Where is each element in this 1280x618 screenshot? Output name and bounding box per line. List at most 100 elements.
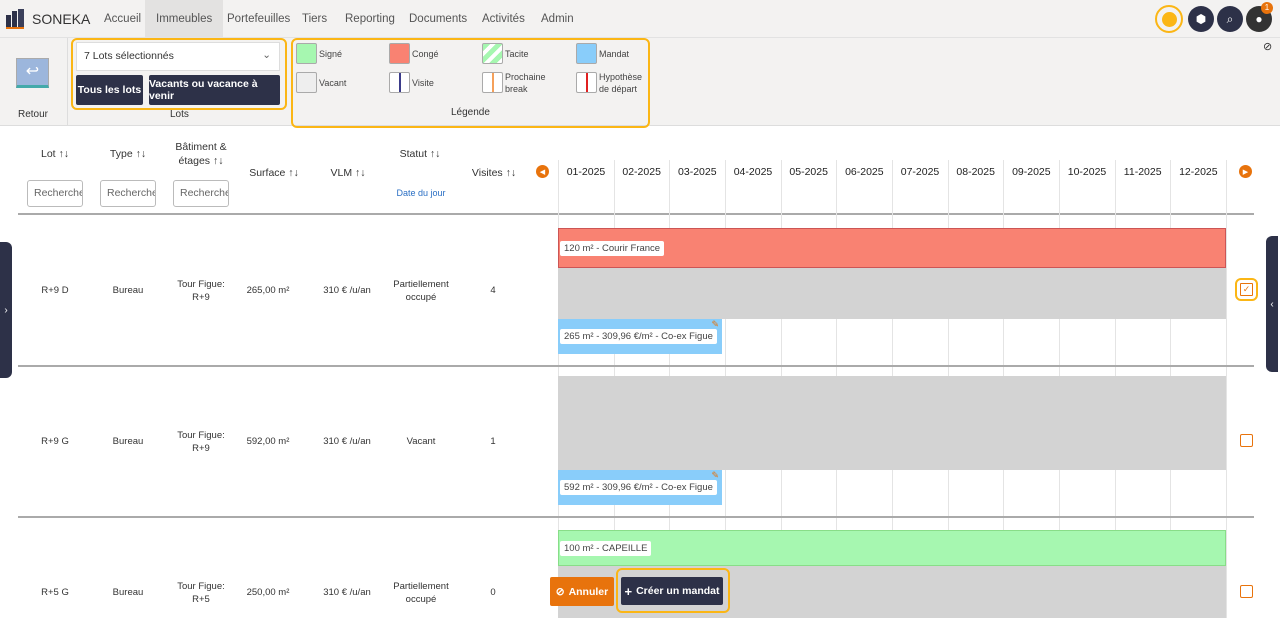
bar-label: 120 m² - Courir France <box>560 241 665 256</box>
nav-portefeuilles[interactable]: Portefeuilles <box>227 13 290 25</box>
ribbon: ↩ Retour 7 Lots sélectionnés ⌄ Tous les l… <box>0 38 1280 128</box>
header-batiment[interactable]: Bâtiment & étages ↑↓ <box>171 140 231 168</box>
cell-vlm: 310 € /u/an <box>323 436 371 447</box>
lots-select[interactable]: 7 Lots sélectionnés ⌄ <box>76 42 280 71</box>
row-select-checkbox[interactable] <box>1240 585 1253 598</box>
chevron-down-icon: ⌄ <box>262 49 271 61</box>
legend-visite: Visite <box>412 78 434 88</box>
nav-admin[interactable]: Admin <box>541 13 574 25</box>
cancel-label: Annuler <box>568 585 609 598</box>
cell-surface: 265,00 m² <box>246 285 290 296</box>
lots-select-value: 7 Lots sélectionnés <box>84 50 174 62</box>
all-lots-button[interactable]: Tous les lots <box>76 75 143 105</box>
header-vlm[interactable]: VLM ↑↓ <box>320 167 376 179</box>
right-panel-toggle[interactable]: ‹ <box>1266 236 1278 372</box>
header-statut[interactable]: Statut ↑↓ <box>390 148 450 160</box>
header-divider <box>18 213 1254 215</box>
legend-visite-swatch <box>389 72 410 93</box>
month-header: 07-2025 <box>900 166 940 178</box>
nav-reporting[interactable]: Reporting <box>345 13 395 25</box>
row-divider <box>18 516 1254 518</box>
header-type[interactable]: Type ↑↓ <box>106 148 150 160</box>
row-divider <box>18 365 1254 367</box>
box-button[interactable]: ⬢ <box>1188 6 1214 32</box>
cell-visites: 4 <box>490 285 496 296</box>
nav-documents[interactable]: Documents <box>409 13 467 25</box>
bar-label: 592 m² - 309,96 €/m² - Co-ex Figue <box>560 480 717 495</box>
cell-type: Bureau <box>112 436 144 447</box>
mandat-bar[interactable]: 592 m² - 309,96 €/m² - Co-ex Figue ✎ <box>558 470 722 505</box>
header-visites[interactable]: Visites ↑↓ <box>466 167 522 179</box>
month-header: 06-2025 <box>845 166 884 178</box>
back-button[interactable]: ↩ <box>16 58 49 88</box>
legend-vacant: Vacant <box>319 78 347 88</box>
create-mandate-button[interactable]: + Créer un mandat <box>621 577 723 605</box>
cell-statut: Partiellement occupé <box>393 279 449 303</box>
search-batiment-input[interactable]: Recherche <box>173 180 229 207</box>
search-lot-input[interactable]: Recherche <box>27 180 83 207</box>
legend-mandat: Mandat <box>599 49 630 59</box>
cell-visites: 1 <box>490 436 496 447</box>
cell-type: Bureau <box>112 285 144 296</box>
edit-pencil-icon[interactable]: ✎ <box>711 470 719 481</box>
month-header: 05-2025 <box>789 166 828 178</box>
row-select-checkbox[interactable]: ✓ <box>1235 278 1258 301</box>
vacants-button[interactable]: Vacants ou vacance à venir <box>149 75 280 105</box>
month-header: 11-2025 <box>1123 166 1162 178</box>
month-header: 08-2025 <box>956 166 995 178</box>
date-du-jour-link[interactable]: Date du jour <box>384 188 458 198</box>
cell-surface: 592,00 m² <box>246 436 290 447</box>
grid-line <box>1226 160 1228 618</box>
cell-lot: R+5 G <box>41 587 69 598</box>
left-panel-toggle[interactable]: › <box>0 242 12 378</box>
legend-conge: Congé <box>412 49 439 59</box>
month-header: 12-2025 <box>1179 166 1218 178</box>
user-icon: ● <box>1255 12 1263 26</box>
cell-surface: 250,00 m² <box>246 587 290 598</box>
cell-batiment: Tour Figue: R+5 <box>177 581 225 605</box>
back-label: Retour <box>18 109 49 120</box>
cube-icon: ⬢ <box>1195 12 1207 26</box>
lots-group-label: Lots <box>170 109 189 120</box>
legend-break-swatch <box>482 72 503 93</box>
signe-bar[interactable]: 100 m² - CAPEILLE <box>558 530 1226 566</box>
legend-signe-swatch <box>296 43 317 64</box>
next-period-button[interactable]: ▶ <box>1239 165 1252 178</box>
row-select-checkbox[interactable] <box>1240 434 1253 447</box>
nav-immeubles[interactable]: Immeubles <box>145 0 224 38</box>
soneka-logo <box>6 9 24 29</box>
month-header: 01-2025 <box>566 166 606 178</box>
cell-visites: 0 <box>490 587 496 598</box>
header-surface[interactable]: Surface ↑↓ <box>245 167 303 179</box>
create-mandate-label: Créer un mandat <box>636 585 720 597</box>
top-nav: SONEKA Accueil Immeubles Portefeuilles T… <box>0 0 1280 38</box>
legend-mandat-swatch <box>576 43 597 64</box>
header-lot[interactable]: Lot ↑↓ <box>34 148 76 160</box>
legend-prochaine-break: Prochaine break <box>505 72 546 94</box>
vacant-bar <box>558 268 1226 319</box>
legend-conge-swatch <box>389 43 410 64</box>
legend-hypothese-depart: Hypothèse de départ <box>599 72 643 94</box>
search-icon: ⌕ <box>1226 11 1234 26</box>
conge-bar[interactable]: 120 m² - Courir France <box>558 228 1226 268</box>
edit-pencil-icon[interactable]: ✎ <box>711 319 719 330</box>
status-dot-icon <box>1161 11 1177 27</box>
cell-lot: R+9 D <box>41 285 69 296</box>
mandat-bar[interactable]: 265 m² - 309,96 €/m² - Co-ex Figue ✎ <box>558 319 722 354</box>
cell-lot: R+9 G <box>41 436 69 447</box>
nav-tiers[interactable]: Tiers <box>302 13 327 25</box>
legend-tacite-swatch <box>482 43 503 64</box>
nav-accueil[interactable]: Accueil <box>104 13 141 25</box>
search-button[interactable]: ⌕ <box>1217 6 1243 32</box>
nav-activites[interactable]: Activités <box>482 13 525 25</box>
legend-tacite: Tacite <box>505 49 529 59</box>
legend-vacant-swatch <box>296 72 317 93</box>
hide-eye-icon[interactable]: ⊘ <box>1263 40 1272 53</box>
month-header: 04-2025 <box>733 166 773 178</box>
status-indicator-button[interactable] <box>1155 5 1183 33</box>
search-type-input[interactable]: Recherche <box>100 180 156 207</box>
month-header: 03-2025 <box>678 166 717 178</box>
cancel-button[interactable]: ⊘ Annuler <box>550 577 614 606</box>
prev-period-button[interactable]: ◀ <box>536 165 549 178</box>
plus-icon: + <box>624 583 633 599</box>
